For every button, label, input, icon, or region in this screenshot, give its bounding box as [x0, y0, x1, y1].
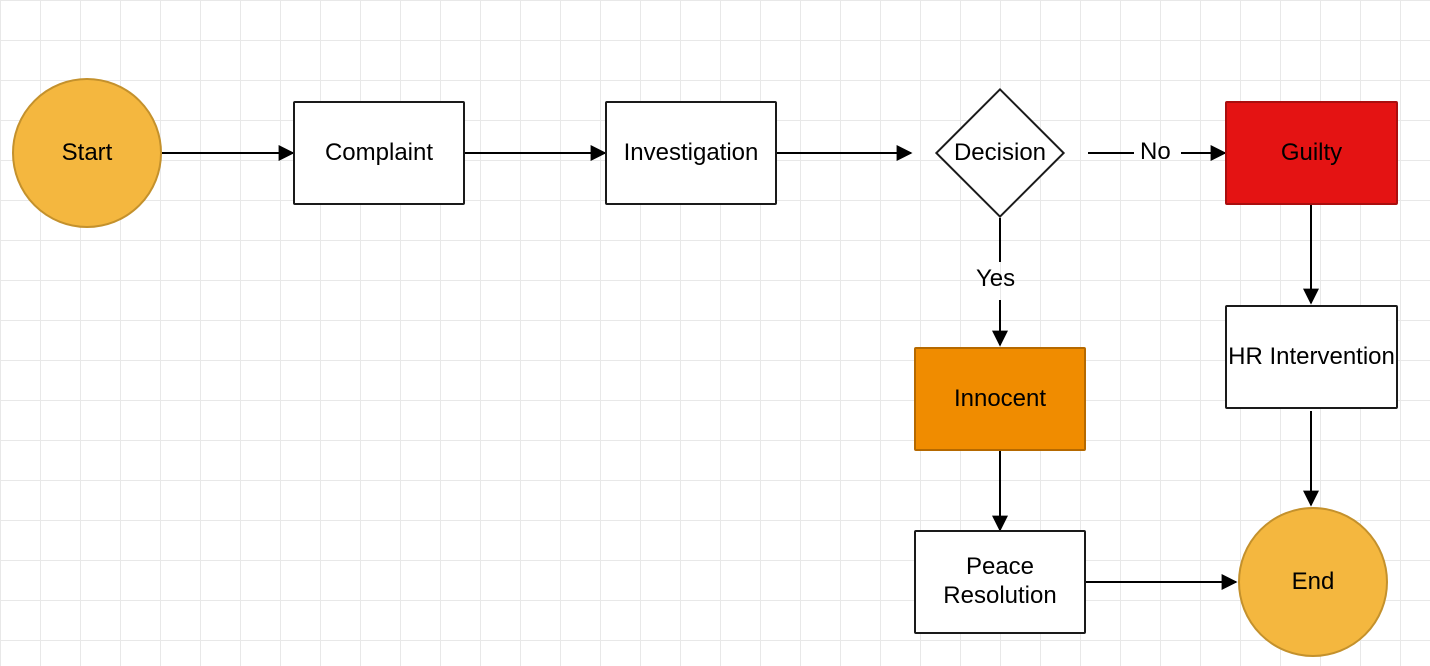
node-end[interactable]: End	[1238, 507, 1388, 657]
node-investigation-label: Investigation	[624, 139, 759, 168]
edge-label-yes: Yes	[976, 265, 1015, 293]
node-peace-label: Peace Resolution	[916, 553, 1084, 611]
edge-label-no: No	[1140, 138, 1171, 166]
edges-layer	[0, 0, 1430, 666]
node-investigation[interactable]: Investigation	[605, 101, 777, 205]
node-end-label: End	[1292, 568, 1335, 597]
node-complaint-label: Complaint	[325, 139, 433, 168]
flowchart-canvas[interactable]: Start Complaint Investigation Decision G…	[0, 0, 1430, 666]
node-hr-label: HR Intervention	[1228, 343, 1395, 372]
node-decision-shape	[935, 88, 1065, 218]
node-innocent[interactable]: Innocent	[914, 347, 1086, 451]
node-start-label: Start	[62, 139, 113, 168]
node-peace-resolution[interactable]: Peace Resolution	[914, 530, 1086, 634]
node-decision[interactable]: Decision	[954, 107, 1046, 199]
node-guilty[interactable]: Guilty	[1225, 101, 1398, 205]
node-complaint[interactable]: Complaint	[293, 101, 465, 205]
node-guilty-label: Guilty	[1281, 139, 1342, 168]
node-start[interactable]: Start	[12, 78, 162, 228]
node-hr-intervention[interactable]: HR Intervention	[1225, 305, 1398, 409]
node-innocent-label: Innocent	[954, 385, 1046, 414]
